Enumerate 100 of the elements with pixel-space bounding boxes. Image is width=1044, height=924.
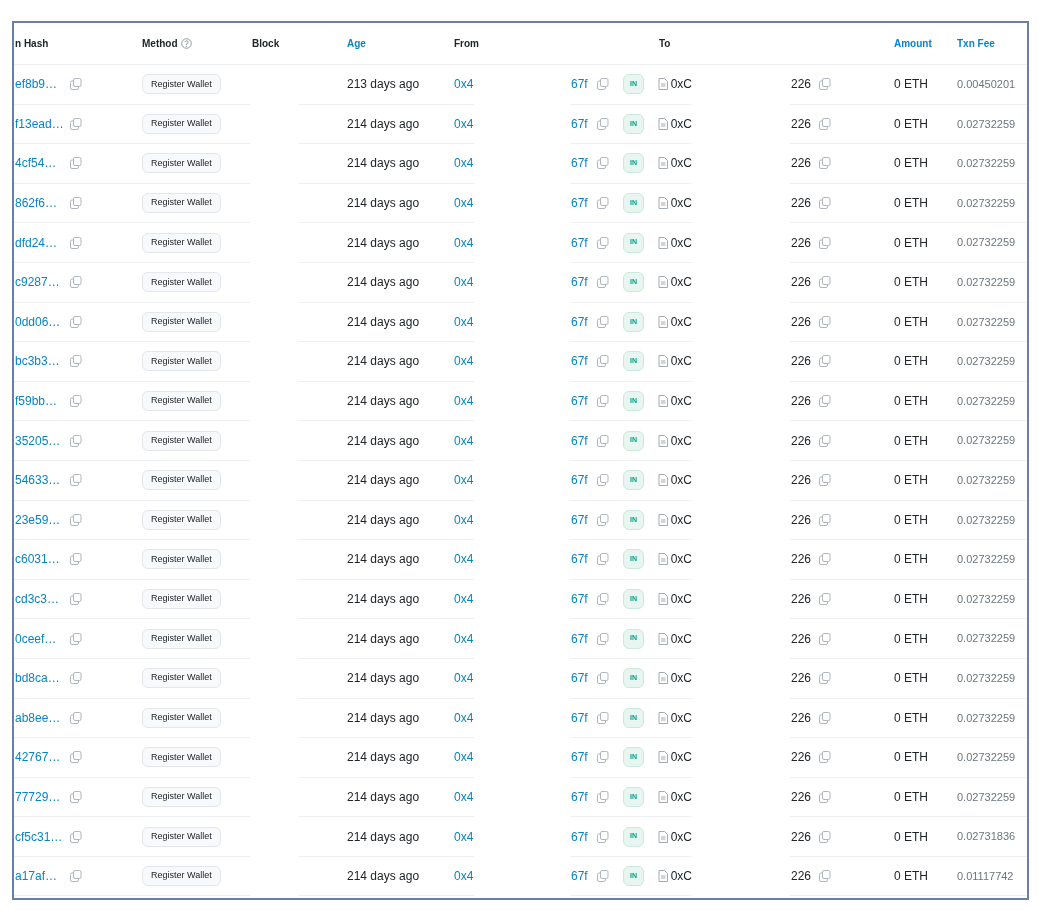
copy-icon[interactable] — [597, 434, 610, 447]
copy-icon[interactable] — [70, 276, 82, 289]
copy-icon[interactable] — [819, 197, 831, 210]
copy-icon[interactable] — [70, 236, 82, 249]
copy-icon[interactable] — [70, 791, 82, 803]
copy-icon[interactable] — [819, 791, 831, 803]
address-link[interactable]: 0x4 — [454, 273, 474, 292]
address-link[interactable]: 0x4 — [454, 312, 474, 331]
transaction-hash-link[interactable]: c6031… — [15, 550, 64, 569]
transaction-hash-link[interactable]: 23e59… — [15, 510, 64, 529]
copy-icon[interactable] — [70, 315, 82, 328]
copy-icon[interactable] — [597, 315, 610, 328]
transaction-hash-link[interactable]: 4cf54… — [15, 154, 64, 173]
copy-icon[interactable] — [597, 236, 610, 249]
copy-icon[interactable] — [70, 553, 82, 566]
copy-icon[interactable] — [819, 434, 831, 447]
transaction-hash-link[interactable]: a17af… — [15, 867, 64, 886]
copy-icon[interactable] — [819, 751, 831, 764]
copy-icon[interactable] — [70, 870, 82, 883]
copy-icon[interactable] — [597, 791, 610, 803]
copy-icon[interactable] — [70, 513, 82, 526]
copy-icon[interactable] — [819, 672, 831, 685]
help-icon[interactable] — [180, 38, 192, 49]
column-header[interactable]: Age — [347, 36, 366, 51]
transaction-hash-link[interactable]: 54633… — [15, 471, 64, 490]
address-link[interactable]: 0x4 — [454, 471, 474, 490]
copy-icon[interactable] — [70, 474, 82, 487]
copy-icon[interactable] — [819, 315, 831, 328]
address-link[interactable]: 0x4 — [454, 867, 474, 886]
copy-icon[interactable] — [819, 711, 831, 724]
address-link[interactable]: 67f — [571, 352, 598, 371]
address-link[interactable]: 0x4 — [454, 827, 474, 846]
copy-icon[interactable] — [819, 355, 831, 368]
address-link[interactable]: 67f — [571, 154, 598, 173]
address-link[interactable]: 67f — [571, 273, 598, 292]
copy-icon[interactable] — [597, 157, 610, 170]
copy-icon[interactable] — [70, 157, 82, 170]
copy-icon[interactable] — [597, 276, 610, 289]
column-header[interactable]: Amount — [894, 36, 932, 51]
address-link[interactable]: 67f — [571, 114, 598, 133]
copy-icon[interactable] — [70, 78, 82, 91]
address-link[interactable]: 0x4 — [454, 550, 474, 569]
copy-icon[interactable] — [70, 672, 82, 685]
transaction-hash-link[interactable]: cd3c3… — [15, 590, 64, 608]
transaction-hash-link[interactable]: 0dd06… — [15, 312, 64, 331]
copy-icon[interactable] — [70, 830, 82, 843]
address-link[interactable]: 0x4 — [454, 75, 474, 94]
address-link[interactable]: 0x4 — [454, 669, 474, 688]
address-link[interactable]: 0x4 — [454, 154, 474, 173]
address-link[interactable]: 0x4 — [454, 194, 474, 213]
copy-icon[interactable] — [597, 593, 610, 605]
copy-icon[interactable] — [597, 830, 610, 843]
copy-icon[interactable] — [597, 474, 610, 487]
copy-icon[interactable] — [819, 632, 831, 645]
copy-icon[interactable] — [70, 395, 82, 408]
address-link[interactable]: 67f — [571, 788, 598, 806]
copy-icon[interactable] — [597, 870, 610, 883]
copy-icon[interactable] — [819, 78, 831, 91]
copy-icon[interactable] — [597, 553, 610, 566]
transaction-hash-link[interactable]: 77729… — [15, 788, 64, 806]
address-link[interactable]: 0x4 — [454, 431, 474, 450]
transaction-hash-link[interactable]: dfd24… — [15, 233, 64, 252]
transaction-hash-link[interactable]: ab8ee… — [15, 708, 64, 727]
address-link[interactable]: 67f — [571, 708, 598, 727]
copy-icon[interactable] — [819, 276, 831, 289]
copy-icon[interactable] — [70, 117, 82, 130]
copy-icon[interactable] — [70, 632, 82, 645]
address-link[interactable]: 67f — [571, 233, 598, 252]
copy-icon[interactable] — [819, 395, 831, 408]
address-link[interactable]: 0x4 — [454, 708, 474, 727]
copy-icon[interactable] — [70, 593, 82, 605]
transaction-hash-link[interactable]: 42767… — [15, 748, 64, 767]
address-link[interactable]: 67f — [571, 748, 598, 767]
transaction-hash-link[interactable]: bc3b3… — [15, 352, 64, 371]
copy-icon[interactable] — [819, 513, 831, 526]
address-link[interactable]: 67f — [571, 867, 598, 886]
transaction-hash-link[interactable]: 862f6… — [15, 194, 64, 213]
copy-icon[interactable] — [70, 355, 82, 368]
transaction-hash-link[interactable]: 35205… — [15, 431, 64, 450]
address-link[interactable]: 67f — [571, 194, 598, 213]
address-link[interactable]: 67f — [571, 550, 598, 569]
copy-icon[interactable] — [597, 197, 610, 210]
address-link[interactable]: 67f — [571, 312, 598, 331]
address-link[interactable]: 67f — [571, 75, 598, 94]
copy-icon[interactable] — [597, 355, 610, 368]
copy-icon[interactable] — [597, 672, 610, 685]
address-link[interactable]: 0x4 — [454, 233, 474, 252]
transaction-hash-link[interactable]: 0ceef… — [15, 629, 64, 648]
address-link[interactable]: 67f — [571, 392, 598, 411]
transaction-hash-link[interactable]: cf5c31… — [15, 827, 64, 846]
address-link[interactable]: 67f — [571, 629, 598, 648]
address-link[interactable]: 0x4 — [454, 510, 474, 529]
address-link[interactable]: 67f — [571, 510, 598, 529]
address-link[interactable]: 0x4 — [454, 788, 474, 806]
copy-icon[interactable] — [597, 395, 610, 408]
copy-icon[interactable] — [819, 157, 831, 170]
copy-icon[interactable] — [597, 513, 610, 526]
address-link[interactable]: 67f — [571, 669, 598, 688]
address-link[interactable]: 67f — [571, 590, 598, 608]
copy-icon[interactable] — [597, 751, 610, 764]
